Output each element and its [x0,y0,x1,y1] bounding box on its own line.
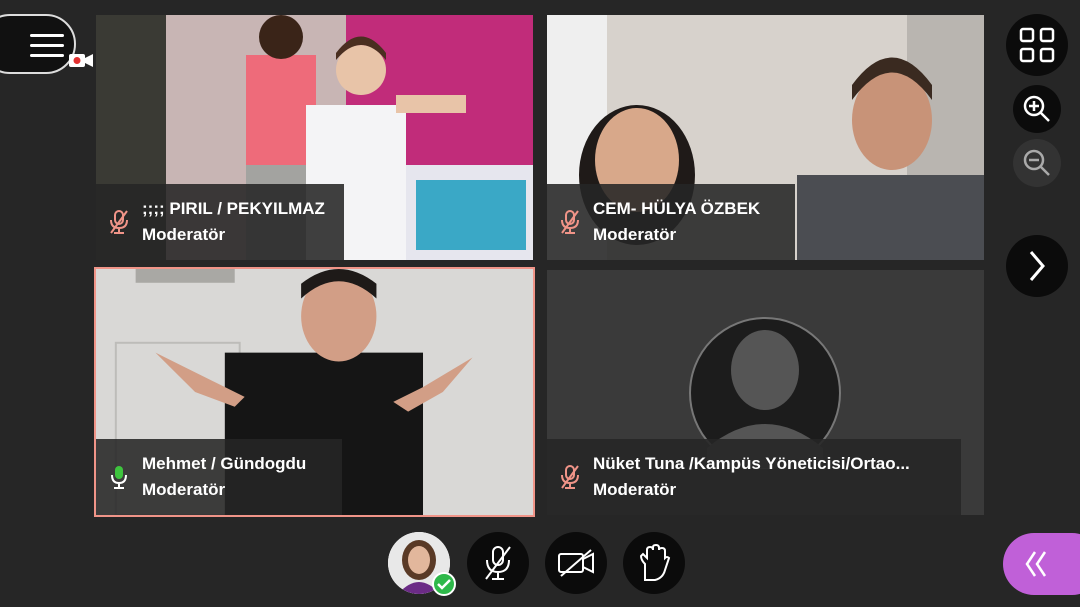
hamburger-icon [30,34,64,64]
participant-name: ;;;; PIRIL / PEKYILMAZ [142,199,325,218]
video-tile[interactable]: Nüket Tuna /Kampüs Yöneticisi/Ortao... M… [547,270,984,515]
drawer-toggle-button[interactable] [1003,533,1080,595]
camera-button[interactable] [545,532,607,594]
video-tile[interactable]: ;;;; PIRIL / PEKYILMAZ Moderatör [96,15,533,260]
participant-role: Moderatör [142,225,226,244]
participant-name: Nüket Tuna /Kampüs Yöneticisi/Ortao... [593,454,910,473]
participant-name-bar: CEM- HÜLYA ÖZBEK Moderatör [547,184,795,260]
mic-talking-icon [96,464,142,490]
mic-off-icon [485,546,511,580]
mic-muted-icon [547,209,593,235]
mic-muted-icon [547,464,593,490]
mute-button[interactable] [467,532,529,594]
raise-hand-icon [639,544,671,581]
camera-off-icon [558,549,594,577]
zoom-out-button[interactable] [1013,139,1061,187]
check-badge-icon [432,572,456,596]
video-tile[interactable]: CEM- HÜLYA ÖZBEK Moderatör [547,15,984,260]
zoom-in-icon [1023,95,1050,122]
zoom-in-button[interactable] [1013,85,1061,133]
participant-name-bar: Nüket Tuna /Kampüs Yöneticisi/Ortao... M… [547,439,961,515]
participant-role: Moderatör [142,480,226,499]
menu-button[interactable] [0,14,76,74]
participant-role: Moderatör [593,480,677,499]
raise-hand-button[interactable] [623,532,685,594]
grid-view-icon [1019,27,1055,63]
mic-muted-icon [96,209,142,235]
participant-name: Mehmet / Gündogdu [142,454,307,473]
recording-icon [69,54,93,67]
participant-name-bar: Mehmet / Gündogdu Moderatör [96,439,342,515]
video-tile-active[interactable]: Mehmet / Gündogdu Moderatör [94,267,535,517]
next-page-button[interactable] [1006,235,1068,297]
participant-name: CEM- HÜLYA ÖZBEK [593,199,761,218]
grid-view-button[interactable] [1006,14,1068,76]
chevron-right-icon [1029,251,1045,281]
participant-role: Moderatör [593,225,677,244]
chevron-left-double-icon [1025,551,1047,577]
zoom-out-icon [1023,149,1050,176]
participant-name-bar: ;;;; PIRIL / PEKYILMAZ Moderatör [96,184,344,260]
